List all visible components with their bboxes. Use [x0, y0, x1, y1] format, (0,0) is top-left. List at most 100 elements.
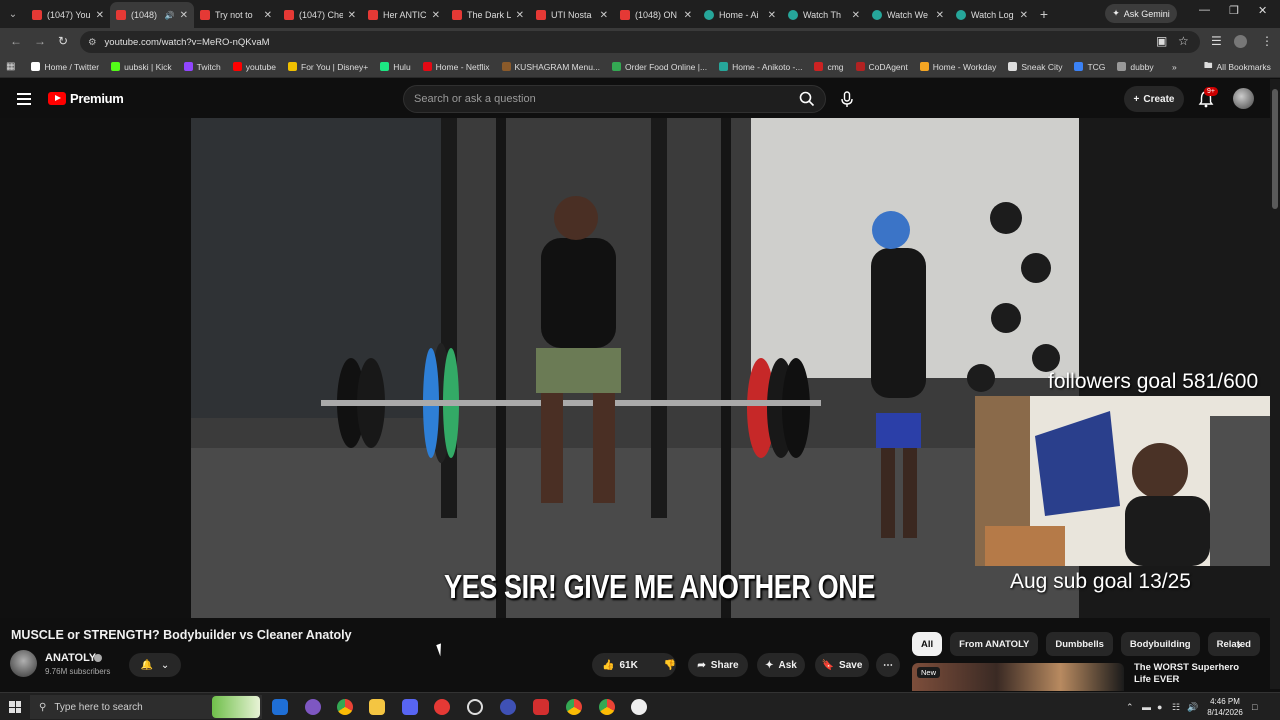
- filter-chip[interactable]: Related: [1207, 632, 1260, 656]
- dislike-button[interactable]: 👎: [664, 660, 676, 671]
- chevron-right-icon[interactable]: ›: [1237, 637, 1241, 652]
- bookmark-item[interactable]: TCG: [1068, 62, 1111, 72]
- ask-gemini-button[interactable]: ✦ Ask Gemini: [1105, 4, 1177, 23]
- bookmark-item[interactable]: cmg: [808, 62, 849, 72]
- close-tab-icon[interactable]: ✕: [936, 10, 944, 21]
- close-tab-icon[interactable]: ✕: [1020, 10, 1028, 21]
- browser-tab[interactable]: Watch Th ✕: [782, 2, 866, 28]
- microphone-icon[interactable]: [838, 90, 856, 108]
- search-icon[interactable]: [799, 91, 815, 107]
- tab-groups-icon[interactable]: ☰: [1211, 34, 1222, 48]
- bookmark-star-icon[interactable]: ☆: [1178, 34, 1189, 48]
- filter-chip[interactable]: Dumbbells: [1046, 632, 1113, 656]
- new-tab-button[interactable]: +: [1034, 6, 1054, 22]
- scrollbar-thumb[interactable]: [1272, 89, 1278, 209]
- browser-tab[interactable]: (1048) 🔊 ✕: [110, 2, 194, 28]
- filter-chip[interactable]: From ANATOLY: [950, 632, 1039, 656]
- browser-tab[interactable]: UTI Nosta ✕: [530, 2, 614, 28]
- close-tab-icon[interactable]: ✕: [684, 10, 692, 21]
- save-button[interactable]: 🔖 Save: [815, 653, 869, 677]
- app-icon-4[interactable]: [533, 699, 549, 715]
- page-scrollbar[interactable]: [1270, 79, 1280, 689]
- back-icon[interactable]: ←: [10, 34, 22, 48]
- bookmark-item[interactable]: CoDAgent: [850, 62, 914, 72]
- site-info-icon[interactable]: ⚙: [88, 37, 97, 48]
- bookmark-item[interactable]: Hulu: [374, 62, 416, 72]
- bookmark-item[interactable]: youtube: [227, 62, 282, 72]
- recommended-video-title[interactable]: The WORST Superhero Life EVER: [1134, 662, 1254, 686]
- ask-button[interactable]: ✦ Ask: [757, 653, 805, 677]
- account-avatar[interactable]: [1233, 88, 1254, 109]
- file-explorer-icon[interactable]: [369, 699, 385, 715]
- app-icon-1[interactable]: [272, 699, 288, 715]
- create-button[interactable]: + Create: [1124, 86, 1184, 112]
- bookmark-item[interactable]: Home - Anikoto -...: [713, 62, 808, 72]
- more-actions-button[interactable]: ⋯: [876, 653, 900, 677]
- network-icon[interactable]: ▬: [1142, 702, 1151, 712]
- bookmark-item[interactable]: Home - Netflix: [417, 62, 496, 72]
- browser-tab[interactable]: (1047) Che ✕: [278, 2, 362, 28]
- discord-icon[interactable]: [402, 699, 418, 715]
- bookmark-item[interactable]: Twitch: [178, 62, 227, 72]
- omnibox[interactable]: ⚙ youtube.com/watch?v=MeRO-nQKvaM: [80, 31, 1200, 53]
- browser-tab[interactable]: The Dark L ✕: [446, 2, 530, 28]
- bookmark-item[interactable]: For You | Disney+: [282, 62, 374, 72]
- browser-tab[interactable]: Home - Ai ✕: [698, 2, 782, 28]
- filter-chip[interactable]: Bodybuilding: [1120, 632, 1200, 656]
- close-tab-icon[interactable]: ✕: [180, 10, 188, 21]
- browser-tab[interactable]: Her ANTIC ✕: [362, 2, 446, 28]
- apps-grid-icon[interactable]: ▦: [6, 61, 15, 72]
- bookmark-item[interactable]: dubby: [1111, 62, 1159, 72]
- close-tab-icon[interactable]: ✕: [264, 10, 272, 21]
- share-button[interactable]: ➦ Share: [688, 653, 748, 677]
- forward-icon[interactable]: →: [34, 34, 46, 48]
- close-tab-icon[interactable]: ✕: [96, 10, 104, 21]
- bookmark-item[interactable]: Home - Workday: [914, 62, 1003, 72]
- recommended-video-thumbnail[interactable]: [912, 663, 1124, 691]
- filter-chip[interactable]: All: [912, 632, 943, 656]
- bookmark-item[interactable]: uubski | Kick: [105, 62, 178, 72]
- microphone-tray-icon[interactable]: ●: [1157, 702, 1162, 712]
- video-player[interactable]: YES SIR! GIVE ME ANOTHER ONE followers g…: [0, 118, 1280, 618]
- browser-tab[interactable]: (1047) You ✕: [26, 2, 110, 28]
- windows-start-icon[interactable]: [9, 701, 21, 713]
- clock-app-icon[interactable]: [631, 699, 647, 715]
- close-tab-icon[interactable]: ✕: [600, 10, 608, 21]
- url-text[interactable]: youtube.com/watch?v=MeRO-nQKvaM: [105, 37, 270, 48]
- taskbar-clock[interactable]: 4:46 PM 8/14/2026: [1200, 696, 1250, 718]
- reload-icon[interactable]: ↻: [58, 34, 68, 48]
- browser-tab[interactable]: (1048) ON ✕: [614, 2, 698, 28]
- media-player-icon[interactable]: [434, 699, 450, 715]
- chrome-profile-icon-1[interactable]: [566, 699, 582, 715]
- install-app-icon[interactable]: ▣: [1156, 34, 1167, 48]
- bookmark-item[interactable]: Order Food Online |...: [606, 62, 713, 72]
- minimize-icon[interactable]: —: [1199, 4, 1210, 16]
- search-input[interactable]: Search or ask a question: [403, 85, 826, 113]
- close-tab-icon[interactable]: ✕: [768, 10, 776, 21]
- browser-tab[interactable]: Watch We ✕: [866, 2, 950, 28]
- browser-tab[interactable]: Try not to ✕: [194, 2, 278, 28]
- channel-name[interactable]: ANATOLY: [45, 652, 96, 664]
- bookmark-item[interactable]: Home / Twitter: [25, 62, 105, 72]
- tab-search-icon[interactable]: ⌄: [0, 0, 26, 28]
- notification-center-icon[interactable]: □: [1252, 702, 1257, 712]
- restore-icon[interactable]: ❐: [1229, 4, 1239, 17]
- more-menu-icon[interactable]: ⋮: [1261, 34, 1273, 48]
- like-button[interactable]: 👍 61K: [602, 660, 638, 671]
- close-tab-icon[interactable]: ✕: [432, 10, 440, 21]
- app-icon-2[interactable]: [305, 699, 321, 715]
- chrome-profile-icon-2[interactable]: [599, 699, 615, 715]
- bookmark-item[interactable]: KUSHAGRAM Menu...: [496, 62, 607, 72]
- all-bookmarks-folder[interactable]: 🖿 All Bookmarks: [1198, 60, 1277, 74]
- bookmark-item[interactable]: Sneak City: [1002, 62, 1068, 72]
- tray-overflow-icon[interactable]: ⌃: [1126, 702, 1134, 713]
- app-icon-3[interactable]: [500, 699, 516, 715]
- guide-menu-icon[interactable]: [17, 93, 31, 105]
- tab-audio-icon[interactable]: 🔊: [165, 11, 175, 20]
- youtube-premium-logo[interactable]: Premium: [48, 91, 124, 106]
- close-tab-icon[interactable]: ✕: [516, 10, 524, 21]
- obs-icon[interactable]: [467, 699, 483, 715]
- close-tab-icon[interactable]: ✕: [852, 10, 860, 21]
- chrome-icon[interactable]: [337, 699, 353, 715]
- subscribed-notifications-button[interactable]: 🔔 ⌄: [129, 653, 181, 677]
